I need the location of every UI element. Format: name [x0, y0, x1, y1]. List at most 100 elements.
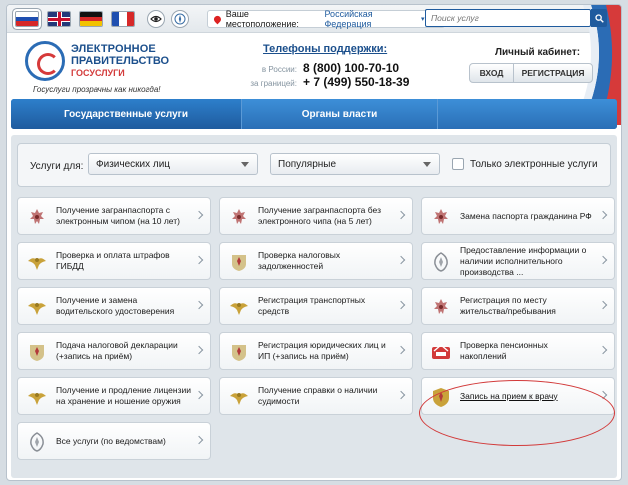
accessibility-eye-icon[interactable]: [147, 10, 165, 28]
chevron-right-icon: [194, 390, 204, 400]
chevron-right-icon: [396, 345, 406, 355]
passport-emblem-icon: [430, 296, 452, 318]
chevron-right-icon: [598, 255, 608, 265]
eagle-emblem-icon: [228, 386, 250, 408]
passport-emblem-icon: [430, 206, 452, 228]
flag-ru-icon[interactable]: [15, 11, 39, 27]
register-button[interactable]: РЕГИСТРАЦИЯ: [514, 64, 592, 82]
service-card-label: Получение справки о наличии судимости: [258, 385, 378, 406]
service-card[interactable]: Регистрация по месту жительства/пребыван…: [421, 287, 615, 325]
eagle-emblem-icon: [26, 386, 48, 408]
location-label: Ваше местоположение:: [225, 9, 299, 29]
audience-select-value: Физических лиц: [96, 158, 171, 170]
service-card[interactable]: Проверка налоговых задолженностей: [219, 242, 413, 280]
electronic-only-label[interactable]: Только электронные услуги: [470, 159, 598, 170]
logo-line1: ЭЛЕКТРОННОЕ: [71, 43, 156, 55]
audience-select[interactable]: Физических лиц: [88, 153, 258, 175]
flag-fr-icon[interactable]: [111, 11, 135, 27]
phone-abroad: + 7 (499) 550-18-39: [303, 75, 410, 89]
services-panel: Услуги для: Физических лиц Популярные То…: [11, 135, 617, 478]
service-card-label: Подача налоговой декларации (+запись на …: [56, 340, 178, 361]
service-card[interactable]: Подача налоговой декларации (+запись на …: [17, 332, 211, 370]
bailiff-emblem-icon: [26, 431, 48, 453]
service-card-label: Предоставление информации о наличии испо…: [460, 244, 587, 277]
chevron-right-icon: [598, 210, 608, 220]
service-card-label: Проверка пенсионных накоплений: [460, 340, 548, 361]
passport-emblem-icon: [228, 206, 250, 228]
tax-emblem-icon: [228, 251, 250, 273]
chevron-right-icon: [396, 300, 406, 310]
flag-gb-icon[interactable]: [47, 11, 71, 27]
eagle-emblem-icon: [228, 296, 250, 318]
service-card-label: Получение загранпаспорта без электронног…: [258, 205, 381, 226]
chevron-down-icon: [241, 162, 249, 167]
service-card[interactable]: Регистрация юридических лиц и ИП (+запис…: [219, 332, 413, 370]
logo-line2: ПРАВИТЕЛЬСТВО: [71, 55, 170, 67]
location-pin-icon: [212, 14, 223, 24]
search-button[interactable]: [591, 9, 607, 27]
service-card[interactable]: Все услуги (по ведомствам): [17, 422, 211, 460]
tab-government-services[interactable]: Государственные услуги: [11, 99, 241, 129]
eagle-emblem-icon: [26, 251, 48, 273]
tab-authorities[interactable]: Органы власти: [241, 99, 437, 129]
flag-de-icon[interactable]: [79, 11, 103, 27]
tax-emblem-icon: [26, 341, 48, 363]
service-card[interactable]: Проверка пенсионных накоплений: [421, 332, 615, 370]
search-input[interactable]: [425, 9, 591, 27]
chevron-down-icon: ▾: [420, 16, 425, 23]
chevron-right-icon: [598, 300, 608, 310]
logo-line3: ГОСУСЛУГИ: [71, 68, 125, 78]
phone-russia: 8 (800) 100-70-10: [303, 61, 400, 75]
service-card[interactable]: Регистрация транспортных средств: [219, 287, 413, 325]
tax-emblem-icon: [228, 341, 250, 363]
service-card-label: Получение загранпаспорта с электронным ч…: [56, 205, 180, 226]
bailiff-emblem-icon: [430, 251, 452, 273]
search-icon: [594, 13, 604, 23]
eagle-emblem-icon: [26, 296, 48, 318]
phone-russia-label: в России:: [261, 65, 297, 74]
service-card[interactable]: Получение и продление лицензии на хранен…: [17, 377, 211, 415]
service-card[interactable]: Получение загранпаспорта без электронног…: [219, 197, 413, 235]
service-card[interactable]: Получение справки о наличии судимости: [219, 377, 413, 415]
service-card-label: Проверка налоговых задолженностей: [258, 250, 341, 271]
service-card[interactable]: Проверка и оплата штрафов ГИБДД: [17, 242, 211, 280]
site-header: ЭЛЕКТРОННОЕ ПРАВИТЕЛЬСТВО ГОСУСЛУГИ Госу…: [7, 5, 621, 125]
chevron-down-icon: [423, 162, 431, 167]
sort-select[interactable]: Популярные: [270, 153, 440, 175]
highlight-ellipse: [419, 380, 615, 446]
service-card-label: Все услуги (по ведомствам): [56, 435, 166, 446]
service-card-label: Получение и замена водительского удостов…: [56, 295, 175, 316]
chevron-right-icon: [194, 210, 204, 220]
nav-search-area: [437, 99, 617, 129]
phone-abroad-label: за границей:: [250, 79, 297, 88]
service-card-label: Регистрация транспортных средств: [258, 295, 366, 316]
compass-icon[interactable]: [171, 10, 189, 28]
support-phones-link[interactable]: Телефоны поддержки:: [263, 43, 387, 55]
gosuslugi-logo-icon[interactable]: [25, 41, 65, 81]
service-card[interactable]: Предоставление информации о наличии испо…: [421, 242, 615, 280]
chevron-right-icon: [396, 255, 406, 265]
service-card[interactable]: Получение загранпаспорта с электронным ч…: [17, 197, 211, 235]
service-card-label: Получение и продление лицензии на хранен…: [56, 385, 191, 406]
main-nav: Государственные услуги Органы власти: [11, 99, 617, 129]
chevron-right-icon: [194, 255, 204, 265]
login-button[interactable]: ВХОД: [470, 64, 514, 82]
slogan: Госуслуги прозрачны как никогда!: [33, 85, 161, 94]
service-card-label: Регистрация юридических лиц и ИП (+запис…: [258, 340, 386, 361]
location-selector[interactable]: Ваше местоположение: Российская Федераци…: [207, 9, 445, 29]
service-card[interactable]: Замена паспорта гражданина РФ: [421, 197, 615, 235]
chevron-right-icon: [194, 435, 204, 445]
location-region[interactable]: Российская Федерация: [324, 9, 418, 29]
chevron-right-icon: [194, 345, 204, 355]
services-filter: Услуги для: Физических лиц Популярные То…: [17, 143, 611, 187]
chevron-right-icon: [396, 210, 406, 220]
electronic-only-checkbox[interactable]: [452, 158, 464, 170]
service-card-label: Регистрация по месту жительства/пребыван…: [460, 295, 556, 316]
pension-fund-icon: [430, 341, 452, 363]
filter-label: Услуги для:: [30, 161, 84, 172]
cabinet-title: Личный кабинет:: [495, 47, 581, 58]
service-card[interactable]: Получение и замена водительского удостов…: [17, 287, 211, 325]
cabinet-buttons: ВХОД РЕГИСТРАЦИЯ: [469, 63, 593, 83]
passport-emblem-icon: [26, 206, 48, 228]
service-card-label: Замена паспорта гражданина РФ: [460, 210, 592, 221]
